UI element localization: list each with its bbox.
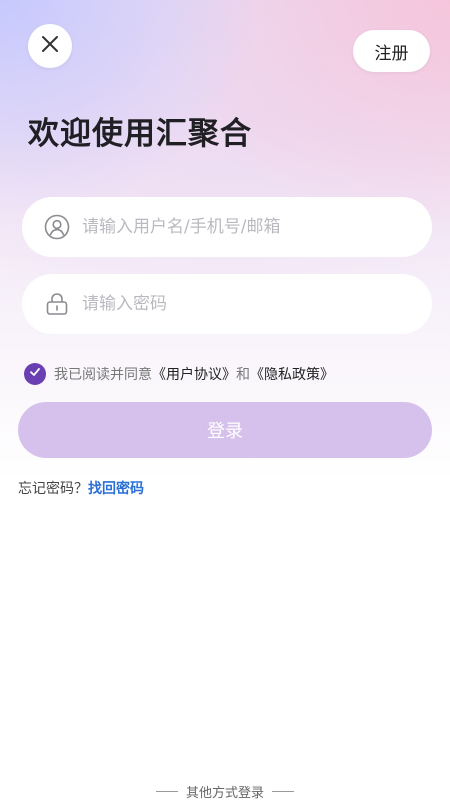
divider-left (155, 791, 178, 792)
register-button[interactable]: 注册 (353, 30, 430, 72)
username-input[interactable] (82, 217, 412, 237)
agreement-conjunction: 和 (236, 367, 250, 383)
agreement-row: 我已阅读并同意 《用户协议》 和 《隐私政策》 (24, 363, 334, 385)
login-screen: 注册 欢迎使用汇聚合 请输入用户名/手机号/邮箱 我已阅读并同意 《用户协议》 … (0, 0, 450, 800)
forgot-password-text: 忘记密码？ (18, 481, 88, 497)
forgot-password-row: 忘记密码？找回密码 (18, 478, 144, 498)
username-field[interactable] (22, 197, 432, 257)
user-icon (44, 214, 70, 240)
agreement-prefix: 我已阅读并同意 (54, 367, 152, 383)
user-agreement-link[interactable]: 《用户协议》 (152, 364, 236, 384)
other-login-label: 其他方式登录 (185, 786, 264, 800)
password-input[interactable] (82, 294, 412, 314)
page-title: 欢迎使用汇聚合 (28, 116, 252, 152)
close-icon (40, 34, 60, 58)
divider-right (272, 791, 294, 792)
other-login-section: 其他方式登录 (0, 782, 450, 800)
retrieve-password-link[interactable]: 找回密码 (88, 481, 144, 497)
agreement-checkbox[interactable] (24, 363, 46, 385)
login-button[interactable]: 登录 (18, 402, 432, 458)
close-button[interactable] (28, 24, 72, 68)
check-icon (29, 366, 41, 382)
privacy-policy-link[interactable]: 《隐私政策》 (250, 364, 334, 384)
lock-icon (44, 291, 70, 317)
password-field[interactable] (22, 274, 432, 334)
